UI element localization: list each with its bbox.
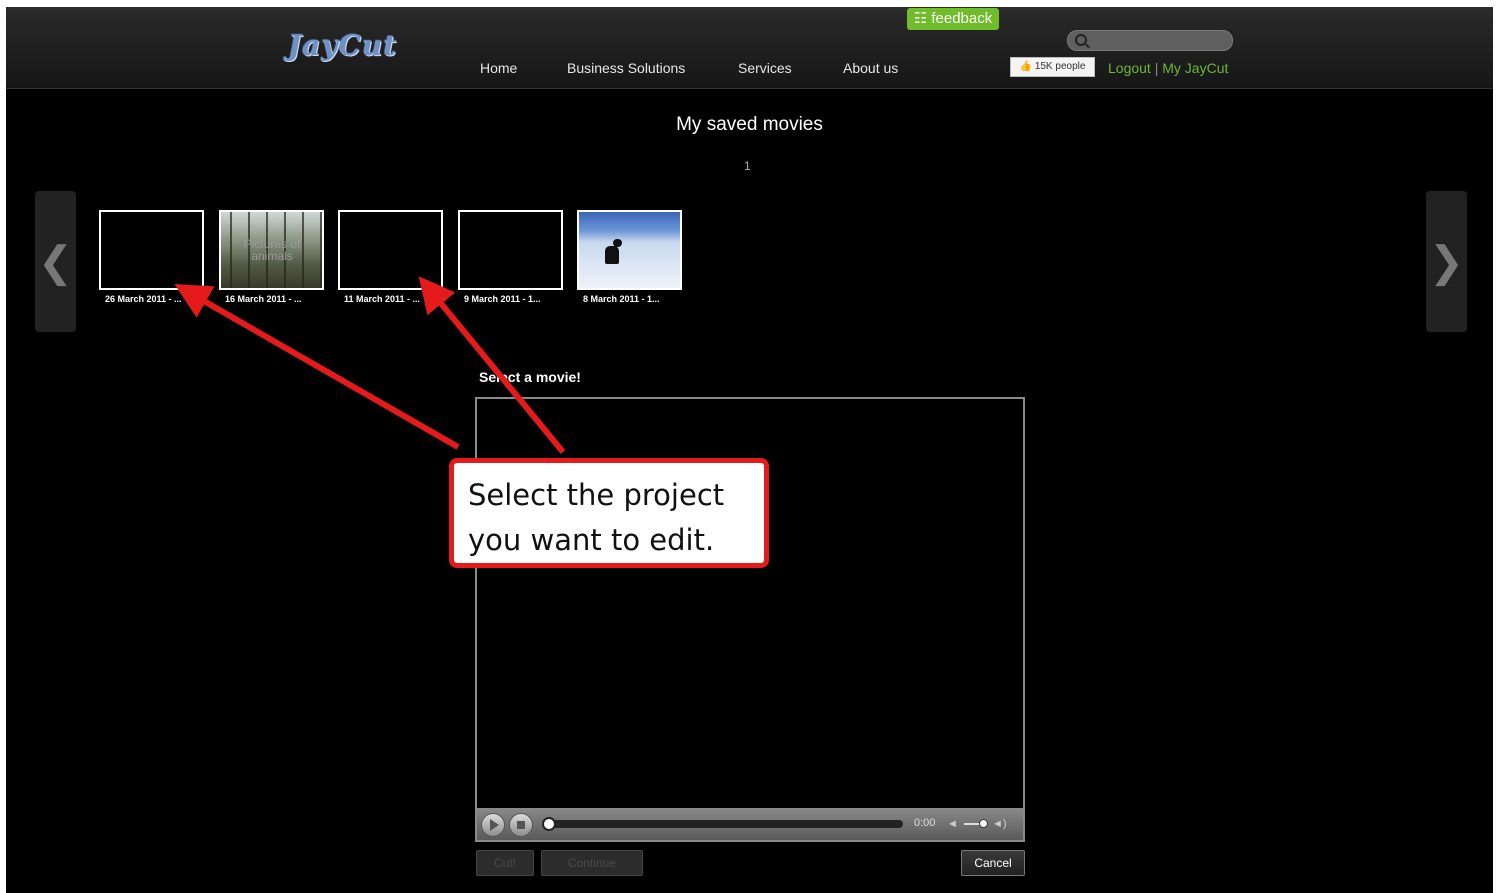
continue-button[interactable]: Continue — [541, 850, 643, 876]
annotation-callout: Select the project you want to edit. — [449, 458, 769, 568]
thumbnail-overlay-text: Pictures of animals — [243, 237, 301, 263]
volume-handle[interactable] — [978, 819, 988, 828]
my-jaycut-link[interactable]: My JayCut — [1162, 60, 1228, 76]
user-links-separator: | — [1154, 60, 1159, 76]
carousel-prev-button[interactable]: ❮ — [35, 191, 76, 332]
seek-bar[interactable] — [542, 817, 903, 831]
movie-label-1[interactable]: 26 March 2011 - ... — [105, 294, 215, 304]
volume-max-icon[interactable]: ◄) — [992, 818, 1007, 830]
nav-about-us[interactable]: About us — [843, 60, 898, 76]
movie-thumbnail-4[interactable] — [458, 210, 563, 290]
nav-home[interactable]: Home — [480, 60, 517, 76]
search-icon — [1075, 34, 1087, 46]
logout-link[interactable]: Logout — [1108, 60, 1151, 76]
chevron-left-icon: ❮ — [37, 238, 74, 285]
browser-viewport: JayCut Home Business Solutions Services … — [6, 7, 1493, 893]
play-icon[interactable] — [481, 813, 505, 837]
feedback-button[interactable]: ☷ feedback — [907, 8, 999, 30]
stop-icon[interactable] — [509, 813, 533, 837]
volume-slider[interactable] — [964, 819, 988, 828]
annotation-line-2: you want to edit. — [468, 523, 715, 557]
seek-handle[interactable] — [542, 817, 556, 831]
jaycut-logo[interactable]: JayCut — [288, 29, 397, 62]
search-box[interactable] — [1067, 30, 1233, 51]
user-links: Logout | My JayCut — [1108, 60, 1228, 76]
player-controls: 0:00 ◄ ◄) — [477, 808, 1023, 840]
search-input[interactable] — [1092, 32, 1228, 50]
speaker-icon[interactable]: ◄ — [947, 818, 958, 830]
like-count: 15K people — [1034, 61, 1086, 72]
movie-label-5[interactable]: 8 March 2011 - 1... — [583, 294, 693, 304]
movie-thumbnail-2[interactable]: Pictures of animals — [219, 210, 324, 290]
movie-thumbnail-3[interactable] — [338, 210, 443, 290]
movie-label-4[interactable]: 9 March 2011 - 1... — [464, 294, 574, 304]
movie-thumbnail-5[interactable] — [577, 210, 682, 290]
carousel-next-button[interactable]: ❯ — [1426, 191, 1467, 332]
select-movie-heading: Select a movie! — [479, 369, 581, 385]
feedback-icon: ☷ — [913, 10, 928, 27]
cut-button[interactable]: Cut! — [476, 850, 534, 876]
page-number-link[interactable]: 1 — [744, 159, 751, 173]
movie-label-3[interactable]: 11 March 2011 - ... — [344, 294, 454, 304]
like-button[interactable]: 👍 15K people — [1010, 57, 1095, 77]
movie-label-2[interactable]: 16 March 2011 - ... — [225, 294, 335, 304]
chevron-right-icon: ❯ — [1428, 238, 1465, 285]
site-header: JayCut Home Business Solutions Services … — [6, 7, 1493, 89]
dog-in-snow-image — [605, 239, 622, 264]
time-display: 0:00 — [914, 817, 936, 829]
nav-business-solutions[interactable]: Business Solutions — [567, 60, 685, 76]
nav-services[interactable]: Services — [738, 60, 792, 76]
annotation-text: Select the project you want to edit. — [468, 473, 724, 563]
page-title: My saved movies — [676, 114, 823, 135]
annotation-line-1: Select the project — [468, 478, 725, 512]
movie-thumbnail-1[interactable] — [99, 210, 204, 290]
feedback-label: feedback — [931, 10, 993, 27]
thumbs-up-icon: 👍 — [1019, 61, 1033, 72]
cancel-button[interactable]: Cancel — [961, 850, 1025, 876]
